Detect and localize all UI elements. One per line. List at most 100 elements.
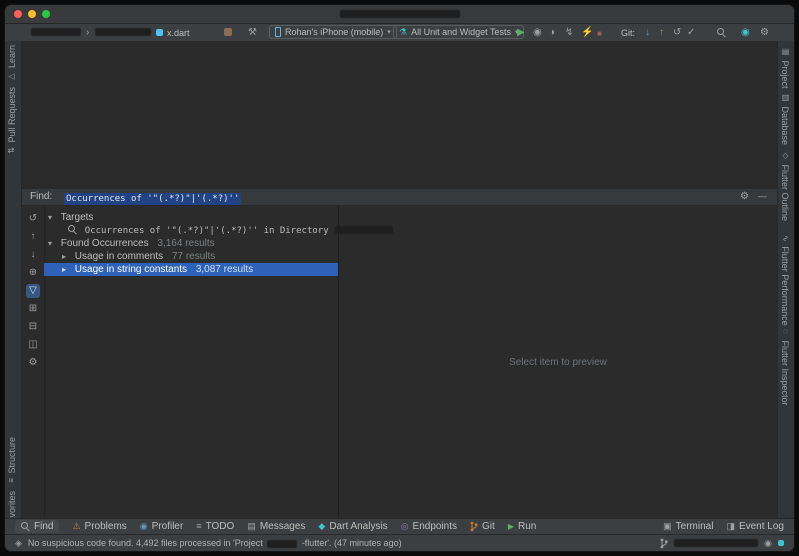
tree-node-targets[interactable]: ▾ Targets (48, 211, 93, 224)
tree-node-usage-comments[interactable]: ▸ Usage in comments 77 results (62, 250, 215, 263)
git-branch-icon[interactable] (660, 538, 668, 549)
toolwindow-label: Git (482, 521, 495, 532)
locate-icon[interactable]: ⊕ (26, 266, 40, 280)
profile-button[interactable]: ◑ (549, 27, 555, 38)
status-message-after: -flutter'. (47 minutes ago) (301, 538, 402, 548)
preview-toggle-icon[interactable]: ◫ (26, 338, 40, 352)
project-name-redacted (267, 539, 298, 548)
stripe-label: Learn (7, 45, 17, 69)
toolwindow-find[interactable]: Find (15, 520, 60, 533)
minimize-window-button[interactable] (28, 10, 36, 18)
ide-window: › x.dart ⚒ Rohan's iPhone (mobile) ▾ ⚗ A… (4, 4, 795, 552)
chevron-down-icon[interactable]: ▾ (48, 237, 58, 250)
stripe-label: Structure (7, 437, 17, 474)
stripe-label: Flutter Outline (780, 164, 790, 222)
find-header: Find: Occurrences of '"(.*?)"|'(.*?)'' ⚙… (22, 189, 777, 206)
debug-button[interactable]: ◉ (533, 27, 542, 38)
tree-label: Occurrences of '"(.*?)"|'(.*?)'' in Dire… (84, 226, 329, 236)
toolwindow-profiler[interactable]: ◉ Profiler (140, 521, 184, 532)
sidebar-item-flutter-outline[interactable]: ◇ Flutter Outline (780, 149, 790, 221)
toolwindow-messages[interactable]: ▤ Messages (247, 521, 305, 532)
zoom-window-button[interactable] (42, 10, 50, 18)
results-settings-gear-icon[interactable]: ⚙ (26, 356, 40, 370)
database-icon: ▥ (781, 93, 790, 102)
notifications-bell-icon[interactable]: ◉ (764, 538, 772, 548)
find-settings-gear-icon[interactable]: ⚙ (740, 192, 749, 202)
chevron-down-icon[interactable]: ▾ (48, 211, 58, 224)
hide-panel-icon[interactable]: — (758, 192, 767, 201)
dart-file-icon (156, 29, 163, 36)
toolwindow-run[interactable]: ▶ Run (508, 521, 537, 532)
tree-label: Usage in comments (74, 251, 164, 262)
dart-analysis-icon: ◆ (318, 521, 326, 531)
toolwindow-git[interactable]: Git (470, 521, 495, 532)
sidebar-item-flutter-inspector[interactable]: ◌ Flutter Inspector (780, 325, 790, 406)
device-selector-label: Rohan's iPhone (mobile) (285, 27, 384, 37)
settings-gear-icon[interactable]: ⚙ (760, 27, 769, 38)
flutter-performance-icon: ∿ (781, 235, 790, 242)
stop-button[interactable]: ■ (597, 28, 602, 39)
breadcrumb-file[interactable]: x.dart (167, 28, 190, 38)
status-message: No suspicious code found. 4,492 files pr… (28, 538, 402, 548)
pull-requests-icon: ⇅ (7, 147, 16, 154)
hot-reload-button[interactable]: ⚡ (581, 27, 593, 38)
search-everywhere-icon[interactable] (717, 28, 726, 37)
toolwindow-event-log[interactable]: ◨ Event Log (726, 521, 784, 532)
toolwindow-endpoints[interactable]: ◎ Endpoints (401, 521, 457, 532)
terminal-icon: ▣ (663, 521, 672, 531)
find-results-panel: ↺ ↑ ↓ ⊕ ▽ ⊞ ⊟ ◫ ⚙ ▾ Targets Occurrences … (22, 206, 777, 518)
tree-node-found-occurrences[interactable]: ▾ Found Occurrences 3,164 results (48, 237, 215, 250)
status-message-before: No suspicious code found. 4,492 files pr… (27, 538, 263, 548)
todo-icon: ≡ (196, 521, 202, 531)
project-icon: ▤ (781, 47, 790, 56)
vcs-push-icon[interactable]: ↑ (659, 27, 664, 38)
collapse-all-icon[interactable]: ⊟ (26, 320, 40, 334)
sidebar-item-pull-requests[interactable]: ⇅ Pull Requests (7, 87, 17, 156)
flutter-outline-icon: ◇ (781, 151, 790, 160)
vcs-update-icon[interactable]: ↓ (645, 27, 650, 38)
sidebar-item-learn[interactable]: ▷ Learn (7, 45, 17, 84)
chevron-right-icon[interactable]: ▸ (62, 263, 72, 276)
filter-icon[interactable]: ▽ (26, 284, 40, 298)
sidebar-item-project[interactable]: ▤ Project (780, 45, 790, 89)
vcs-commit-check-icon[interactable]: ✓ (687, 27, 695, 38)
rerun-search-icon[interactable]: ↺ (26, 212, 40, 226)
sidebar-item-database[interactable]: ▥ Database (780, 91, 790, 145)
toolwindow-dart-analysis[interactable]: ◆ Dart Analysis (318, 521, 387, 532)
run-config-label: All Unit and Widget Tests (411, 27, 511, 37)
run-button[interactable]: ▶ (517, 27, 525, 38)
toolwindow-label: Event Log (738, 521, 784, 532)
flutter-device-icon[interactable]: ◉ (741, 27, 750, 38)
previous-occurrence-icon[interactable]: ↑ (26, 230, 40, 244)
device-selector[interactable]: Rohan's iPhone (mobile) ▾ (269, 25, 397, 39)
find-label: Find: (30, 191, 53, 202)
toolwindow-terminal[interactable]: ▣ Terminal (663, 521, 713, 532)
close-window-button[interactable] (14, 10, 22, 18)
find-query-text: Occurrences of '"(.*?)"|'(.*?)'' (64, 193, 242, 205)
next-occurrence-icon[interactable]: ↓ (26, 248, 40, 262)
titlebar (5, 5, 794, 24)
tree-node-usage-strings-selected[interactable]: ▸ Usage in string constants 3,087 result… (44, 263, 338, 276)
find-input[interactable]: Occurrences of '"(.*?)"|'(.*?)'' (64, 191, 242, 205)
toolwindow-todo[interactable]: ≡ TODO (196, 521, 234, 532)
run-config-selector[interactable]: ⚗ All Unit and Widget Tests ▾ (393, 25, 525, 39)
inspections-widget-icon[interactable]: ◈ (15, 538, 22, 548)
learn-icon: ▷ (7, 72, 16, 82)
expand-all-icon[interactable]: ⊞ (26, 302, 40, 316)
vcs-history-icon[interactable]: ↺ (673, 27, 681, 38)
toolwindow-problems[interactable]: ⚠ Problems (72, 521, 126, 532)
attach-debugger-button[interactable]: ↯ (565, 27, 573, 38)
editor-area[interactable] (22, 41, 777, 189)
problems-icon: ⚠ (72, 521, 81, 531)
status-indicator-icon[interactable] (778, 540, 784, 546)
toolwindow-label: Endpoints (412, 521, 458, 532)
stripe-label: Database (780, 106, 790, 146)
toolwindow-label: Dart Analysis (329, 521, 388, 532)
sidebar-item-flutter-performance[interactable]: ∿ Flutter Performance (780, 233, 790, 326)
branch-name-redacted[interactable] (674, 539, 759, 547)
test-flask-icon: ⚗ (399, 26, 408, 37)
chevron-right-icon[interactable]: ▸ (62, 250, 72, 263)
avatar-icon[interactable] (224, 28, 232, 36)
sidebar-item-structure[interactable]: ≡ Structure (7, 437, 17, 485)
build-hammer-icon[interactable]: ⚒ (248, 27, 257, 38)
